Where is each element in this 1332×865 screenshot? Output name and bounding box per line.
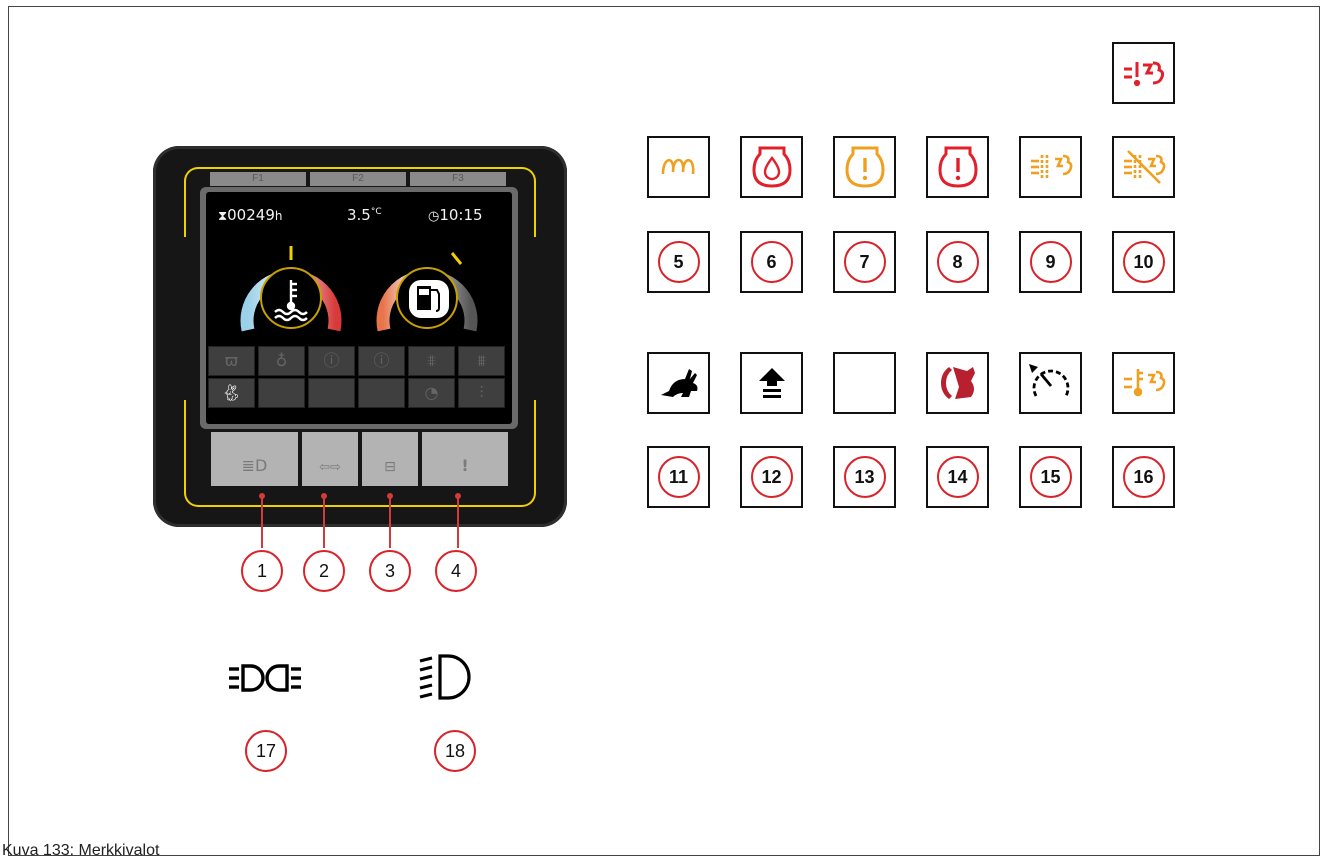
- symbol-number: 10: [1122, 241, 1165, 283]
- turn-signal-key-icon: ⇦⇨: [319, 460, 341, 475]
- number-box: 12: [740, 446, 803, 508]
- engine-fault-icon: [937, 146, 978, 188]
- temperature-unit: °C: [370, 207, 382, 217]
- battery-key-icon: ⊟: [384, 459, 396, 475]
- symbol-number: 6: [750, 241, 793, 283]
- number-box: 15: [1019, 446, 1082, 508]
- symbol-number: 16: [1122, 456, 1165, 498]
- battery-key[interactable]: ⊟: [362, 432, 418, 486]
- dpf-regeneration-icon: [1030, 154, 1072, 179]
- oil-pressure-box: [740, 136, 803, 198]
- display-engine-warning-icon: ⓘ: [308, 346, 355, 376]
- hour-meter: ⧗00249h: [218, 206, 282, 224]
- display-dpf-off-icon: ⩩: [458, 346, 505, 376]
- glow-plug-icon: [661, 158, 694, 175]
- exhaust-temperature-box: [1112, 352, 1175, 414]
- callout-leader: [389, 496, 391, 548]
- headlight-icon: [419, 654, 471, 700]
- number-box: 13: [833, 446, 896, 508]
- temperature-value: 3.5: [347, 206, 371, 224]
- glow-plug-box: [647, 136, 710, 198]
- hour-meter-unit: h: [274, 209, 283, 223]
- fuel-gauge-needle: [450, 252, 463, 265]
- callout-number: 2: [303, 550, 345, 592]
- number-box: 8: [926, 231, 989, 293]
- number-box: 6: [740, 231, 803, 293]
- f1-key[interactable]: F1: [210, 172, 306, 186]
- display-engine-fault-icon: ⓘ: [358, 346, 405, 376]
- exhaust-warning-box: [1112, 42, 1175, 104]
- shift-up-icon: [758, 368, 785, 398]
- empty-symbol-box: [833, 352, 896, 414]
- symbol-number: 11: [657, 456, 700, 498]
- symbol-number: 14: [936, 456, 979, 498]
- dpf-disabled-icon: [1123, 150, 1165, 184]
- engine-warning-box: [833, 136, 896, 198]
- dpf-regeneration-box: [1019, 136, 1082, 198]
- display-oil-pressure-icon: ♁: [258, 346, 305, 376]
- lamp-number: 18: [434, 730, 476, 772]
- symbol-number: 8: [936, 241, 979, 283]
- speedometer-icon: [1028, 364, 1069, 397]
- oil-pressure-icon: [751, 146, 792, 188]
- number-box: 11: [647, 446, 710, 508]
- number-box: 14: [926, 446, 989, 508]
- engine-warning-icon: [844, 146, 885, 188]
- dpf-disabled-box: [1112, 136, 1175, 198]
- symbol-number: 5: [657, 241, 700, 283]
- number-box: 9: [1019, 231, 1082, 293]
- headlight-key-icon: ≣D: [241, 456, 268, 475]
- display-rabbit-icon: 🐇︎: [208, 378, 255, 408]
- callout-leader: [323, 496, 325, 548]
- display-dpf-icon: ⩨: [408, 346, 455, 376]
- f3-key[interactable]: F3: [410, 172, 506, 186]
- callout-number: 3: [369, 550, 411, 592]
- exclamation-key-icon: !: [461, 456, 469, 475]
- callout-leader: [457, 496, 459, 548]
- engine-fault-box: [926, 136, 989, 198]
- symbol-number: 7: [843, 241, 886, 283]
- fuel-pump-icon: [409, 280, 449, 318]
- coolant-gauge: [240, 246, 342, 332]
- display-empty-cell: [358, 378, 405, 408]
- warning-key[interactable]: !: [422, 432, 508, 486]
- rabbit-box: [647, 352, 710, 414]
- parking-brake-box: [926, 352, 989, 414]
- lamp-number: 17: [245, 730, 287, 772]
- figure-caption: Kuva 133: Merkkivalot: [2, 842, 160, 859]
- symbol-number: 12: [750, 456, 793, 498]
- display-empty-cell: [258, 378, 305, 408]
- working-lights-icon: [229, 664, 301, 692]
- rabbit-icon: [660, 369, 697, 397]
- symbol-number: 9: [1029, 241, 1072, 283]
- indicators-key[interactable]: ⇦⇨: [302, 432, 358, 486]
- shift-up-box: [740, 352, 803, 414]
- clock-readout: ◷10:15: [428, 206, 483, 224]
- f2-key[interactable]: F2: [310, 172, 406, 186]
- speedometer-box: [1019, 352, 1082, 414]
- number-box: 5: [647, 231, 710, 293]
- callout-leader: [261, 496, 263, 548]
- lights-key[interactable]: ≣D: [211, 432, 298, 486]
- display-glow-plug-icon: ϖ: [208, 346, 255, 376]
- callout-number: 4: [435, 550, 477, 592]
- exhaust-warning-icon: [1123, 61, 1164, 87]
- temperature-readout: 3.5°C: [347, 206, 382, 224]
- symbol-number: 15: [1029, 456, 1072, 498]
- clock-value: 10:15: [439, 206, 483, 224]
- display-cruise-icon: ◔: [408, 378, 455, 408]
- fuel-gauge: [376, 252, 478, 332]
- symbol-number: 13: [843, 456, 886, 498]
- callout-number: 1: [241, 550, 283, 592]
- exhaust-temperature-icon: [1123, 369, 1165, 397]
- hourglass-icon: ⧗: [218, 209, 228, 224]
- hour-meter-value: 00249: [227, 206, 275, 224]
- number-box: 16: [1112, 446, 1175, 508]
- number-box: 10: [1112, 231, 1175, 293]
- display-exhaust-temp-icon: ⫶: [458, 378, 505, 408]
- display-empty-cell: [308, 378, 355, 408]
- clock-icon: ◷: [428, 209, 440, 224]
- number-box: 7: [833, 231, 896, 293]
- parking-brake-icon: [940, 367, 975, 399]
